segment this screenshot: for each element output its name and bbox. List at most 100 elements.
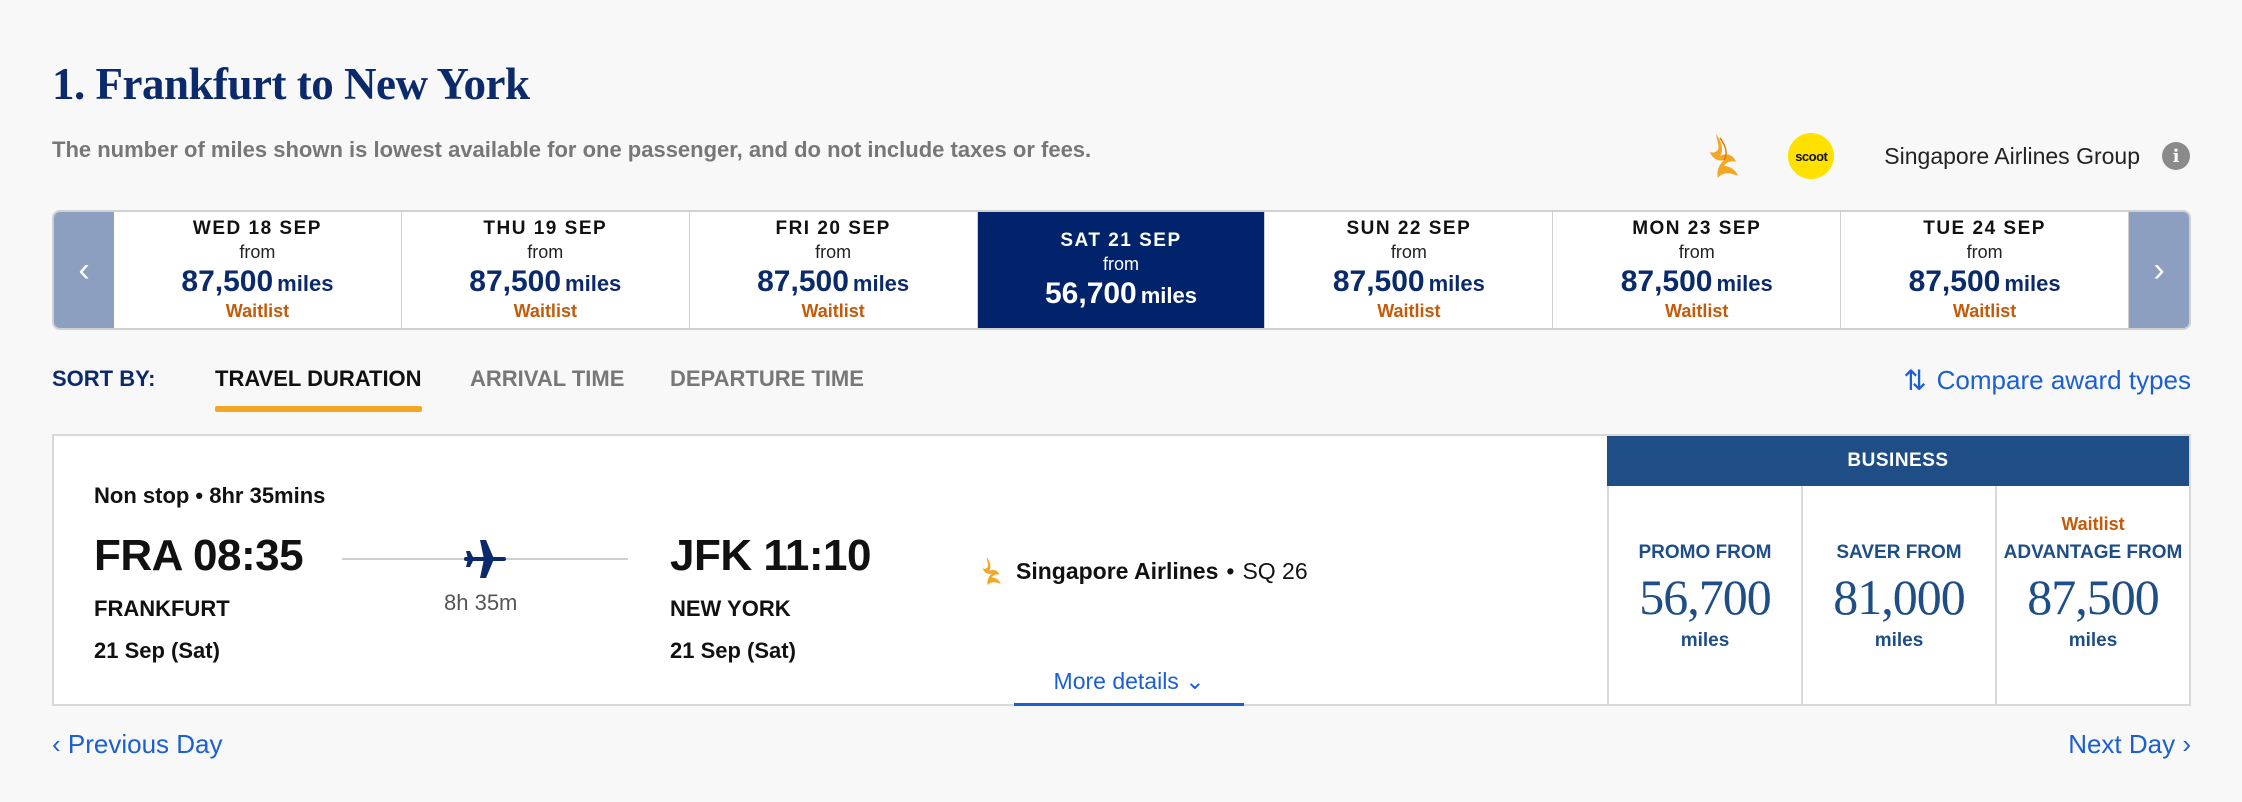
date-cell-unit: miles bbox=[2004, 271, 2061, 296]
next-day-link[interactable]: Next Day › bbox=[2068, 729, 2191, 760]
fare-option-promo[interactable]: PROMO FROM 56,700 miles bbox=[1607, 486, 1801, 704]
date-cell-price: 87,500 miles bbox=[1333, 265, 1485, 299]
date-cell-miles: 87,500 bbox=[757, 265, 849, 298]
date-cell-unit: miles bbox=[1716, 271, 1773, 296]
compare-award-types-link[interactable]: ⇅ Compare award types bbox=[1903, 364, 2191, 397]
date-cell-day: FRI 20 SEP bbox=[775, 218, 891, 239]
fare-label: SAVER FROM bbox=[1836, 542, 1962, 563]
date-cell-day: THU 19 SEP bbox=[483, 218, 608, 239]
date-cell-unit: miles bbox=[1428, 271, 1485, 296]
miles-disclaimer: The number of miles shown is lowest avai… bbox=[52, 137, 1092, 162]
previous-day-link[interactable]: ‹ Previous Day bbox=[52, 729, 223, 760]
date-cell-price: 87,500 miles bbox=[757, 265, 909, 299]
date-cell-day: WED 18 SEP bbox=[192, 218, 322, 239]
date-cell-miles: 87,500 bbox=[1908, 265, 2001, 298]
date-cell[interactable]: FRI 20 SEP from 87,500 miles Waitlist bbox=[690, 212, 978, 328]
fare-options: PROMO FROM 56,700 miles SAVER FROM 81,00… bbox=[1607, 486, 2189, 704]
date-cell[interactable]: THU 19 SEP from 87,500 miles Waitlist bbox=[402, 212, 690, 328]
date-cell-from: from bbox=[1103, 253, 1139, 274]
fare-waitlist-badge: Waitlist bbox=[2061, 514, 2125, 534]
info-icon[interactable]: i bbox=[2162, 142, 2190, 170]
singapore-airlines-logo-icon bbox=[1710, 134, 1739, 178]
next-dates-arrow-icon[interactable]: › bbox=[2129, 212, 2189, 328]
date-cell-day: TUE 24 SEP bbox=[1923, 218, 2046, 239]
carrier-info: Singapore Airlines • SQ 26 bbox=[980, 554, 1308, 588]
more-details-link[interactable]: More details ⌄ bbox=[1014, 668, 1244, 706]
date-cell[interactable]: TUE 24 SEP from 87,500 miles Waitlist bbox=[1841, 212, 2130, 328]
cabin-class-header: BUSINESS bbox=[1607, 436, 2189, 486]
flight-number: SQ 26 bbox=[1242, 557, 1308, 584]
sort-tab-departure-time[interactable]: DEPARTURE TIME bbox=[670, 366, 864, 392]
date-cell-from: from bbox=[239, 242, 276, 262]
date-cell-miles: 56,700 bbox=[1044, 276, 1137, 310]
date-cell-from: from bbox=[527, 242, 564, 262]
date-cell-price: 87,500 miles bbox=[1909, 265, 2061, 299]
date-cell-selected[interactable]: SAT 21 SEP from 56,700 miles bbox=[977, 212, 1266, 328]
fare-option-saver[interactable]: SAVER FROM 81,000 miles bbox=[1801, 486, 1995, 704]
arrival-date: 21 Sep (Sat) bbox=[670, 638, 796, 663]
date-cell-status: Waitlist bbox=[1377, 301, 1441, 321]
airline-group-logos: scoot Singapore Airlines Group i bbox=[1706, 132, 2190, 180]
fare-panel: BUSINESS PROMO FROM 56,700 miles SAVER F… bbox=[1607, 436, 2189, 704]
date-cell-from: from bbox=[1390, 242, 1427, 262]
airline-group-label: Singapore Airlines Group bbox=[1884, 142, 2140, 169]
sort-bar: SORT BY: TRAVEL DURATION ARRIVAL TIME DE… bbox=[52, 362, 2191, 412]
date-cell-miles: 87,500 bbox=[181, 265, 274, 298]
date-cell-unit: miles bbox=[852, 271, 910, 296]
date-cell-miles: 87,500 bbox=[469, 265, 562, 298]
date-cell-status: Waitlist bbox=[225, 301, 290, 321]
fare-unit: miles bbox=[1874, 630, 1924, 651]
sort-tab-arrival-time[interactable]: ARRIVAL TIME bbox=[470, 366, 624, 392]
fare-option-advantage[interactable]: Waitlist ADVANTAGE FROM 87,500 miles bbox=[1995, 486, 2189, 704]
date-cell[interactable]: MON 23 SEP from 87,500 miles Waitlist bbox=[1553, 212, 1842, 328]
date-cell-miles: 87,500 bbox=[1620, 265, 1713, 298]
carrier-name: Singapore Airlines bbox=[1016, 557, 1219, 584]
date-cell[interactable]: SUN 22 SEP from 87,500 miles Waitlist bbox=[1265, 212, 1554, 328]
date-cell-status: Waitlist bbox=[801, 301, 865, 321]
date-cell-day: SAT 21 SEP bbox=[1060, 229, 1182, 251]
prev-dates-arrow-icon[interactable]: ‹ bbox=[54, 212, 114, 328]
date-cell-price: 87,500 miles bbox=[469, 265, 621, 299]
date-cell-unit: miles bbox=[277, 271, 334, 296]
date-cell[interactable]: WED 18 SEP from 87,500 miles Waitlist bbox=[114, 212, 402, 328]
departure-city: FRANKFURT bbox=[94, 596, 230, 621]
date-cell-miles: 87,500 bbox=[1332, 265, 1425, 298]
fare-value: 56,700 bbox=[1639, 569, 1772, 625]
departure-time: FRA 08:35 bbox=[94, 531, 304, 580]
carrier-separator: • bbox=[1226, 557, 1235, 584]
date-cell-unit: miles bbox=[1140, 282, 1198, 308]
airplane-icon bbox=[464, 540, 506, 578]
date-cell-from: from bbox=[1678, 242, 1715, 262]
date-cell-day: MON 23 SEP bbox=[1632, 218, 1762, 239]
date-cell-price: 87,500 miles bbox=[181, 265, 333, 299]
sort-by-label: SORT BY: bbox=[52, 366, 156, 391]
date-cell-unit: miles bbox=[565, 271, 622, 296]
departure-date: 21 Sep (Sat) bbox=[94, 638, 220, 663]
date-cell-price: 87,500 miles bbox=[1621, 265, 1773, 299]
date-cell-from: from bbox=[1966, 242, 2003, 262]
scoot-logo-icon: scoot bbox=[1788, 133, 1835, 179]
fare-label: ADVANTAGE FROM bbox=[2003, 542, 2183, 563]
date-cell-from: from bbox=[815, 242, 852, 262]
compare-award-types-label: Compare award types bbox=[1936, 365, 2191, 395]
date-cell-status: Waitlist bbox=[1665, 301, 1729, 321]
singapore-airlines-logo-icon bbox=[982, 556, 1001, 586]
date-cell-price: 56,700 miles bbox=[1045, 277, 1197, 311]
page-title: 1. Frankfurt to New York bbox=[52, 59, 530, 109]
arrival-time: JFK 11:10 bbox=[670, 531, 871, 580]
arrival-city: NEW YORK bbox=[670, 596, 791, 621]
date-carousel: ‹ WED 18 SEP from 87,500 miles Waitlist T… bbox=[52, 210, 2191, 330]
flight-result-card: Non stop • 8hr 35mins FRA 08:35 FRANKFUR… bbox=[52, 434, 2191, 706]
fare-unit: miles bbox=[2068, 630, 2118, 651]
fare-value: 87,500 bbox=[2027, 569, 2160, 625]
stop-info: Non stop • 8hr 35mins bbox=[94, 483, 326, 508]
flight-search-page: 1. Frankfurt to New York The number of m… bbox=[0, 0, 2242, 802]
date-cell-day: SUN 22 SEP bbox=[1346, 218, 1472, 239]
sort-tab-travel-duration[interactable]: TRAVEL DURATION bbox=[215, 366, 422, 412]
sort-arrows-icon: ⇅ bbox=[1903, 365, 1927, 396]
date-cell-status: Waitlist bbox=[513, 301, 577, 321]
date-cell-status: Waitlist bbox=[1952, 301, 2017, 321]
fare-unit: miles bbox=[1680, 630, 1730, 651]
fare-label: PROMO FROM bbox=[1638, 542, 1772, 563]
flight-duration: 8h 35m bbox=[444, 590, 518, 615]
